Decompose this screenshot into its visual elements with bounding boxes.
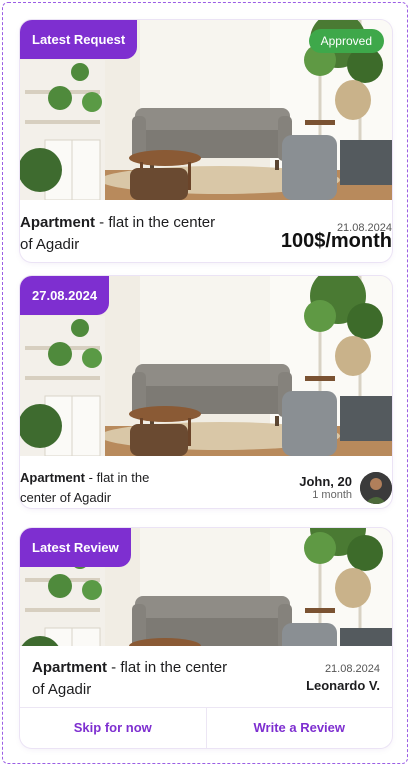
- listing-type: Apartment: [32, 659, 108, 676]
- listing-title: Apartment - flat in the center of Agadir: [20, 212, 230, 256]
- guest-name: John, 20: [299, 474, 352, 489]
- stay-duration: 1 month: [312, 489, 352, 501]
- skip-for-now-button[interactable]: Skip for now: [20, 708, 206, 748]
- latest-request-tag: Latest Request: [20, 20, 138, 59]
- guest-avatar[interactable]: [360, 472, 392, 504]
- write-review-button[interactable]: Write a Review: [205, 708, 393, 748]
- price-label: 100$/month: [280, 230, 392, 252]
- listing-type: Apartment: [20, 470, 86, 485]
- listing-title: Apartment - flat in the center of Agadir: [20, 468, 180, 508]
- listing-type: Apartment: [20, 214, 96, 231]
- review-date: 21.08.2024: [324, 663, 380, 675]
- latest-review-tag: Latest Review: [20, 528, 131, 567]
- person-icon: [360, 472, 392, 504]
- booking-card[interactable]: 27.08.2024 Apartment - flat in the cente…: [20, 276, 392, 508]
- listing-title: Apartment - flat in the center of Agadir: [32, 657, 232, 701]
- reviewer-name: Leonardo V.: [306, 678, 380, 693]
- review-actions: Skip for now Write a Review: [20, 707, 392, 748]
- booking-date-tag: 27.08.2024: [20, 276, 110, 315]
- latest-request-card[interactable]: Latest Request Approved Apartment - flat…: [20, 20, 392, 262]
- approved-badge: Approved: [308, 29, 384, 53]
- latest-review-card[interactable]: Latest Review Apartment - flat in the ce…: [20, 528, 392, 748]
